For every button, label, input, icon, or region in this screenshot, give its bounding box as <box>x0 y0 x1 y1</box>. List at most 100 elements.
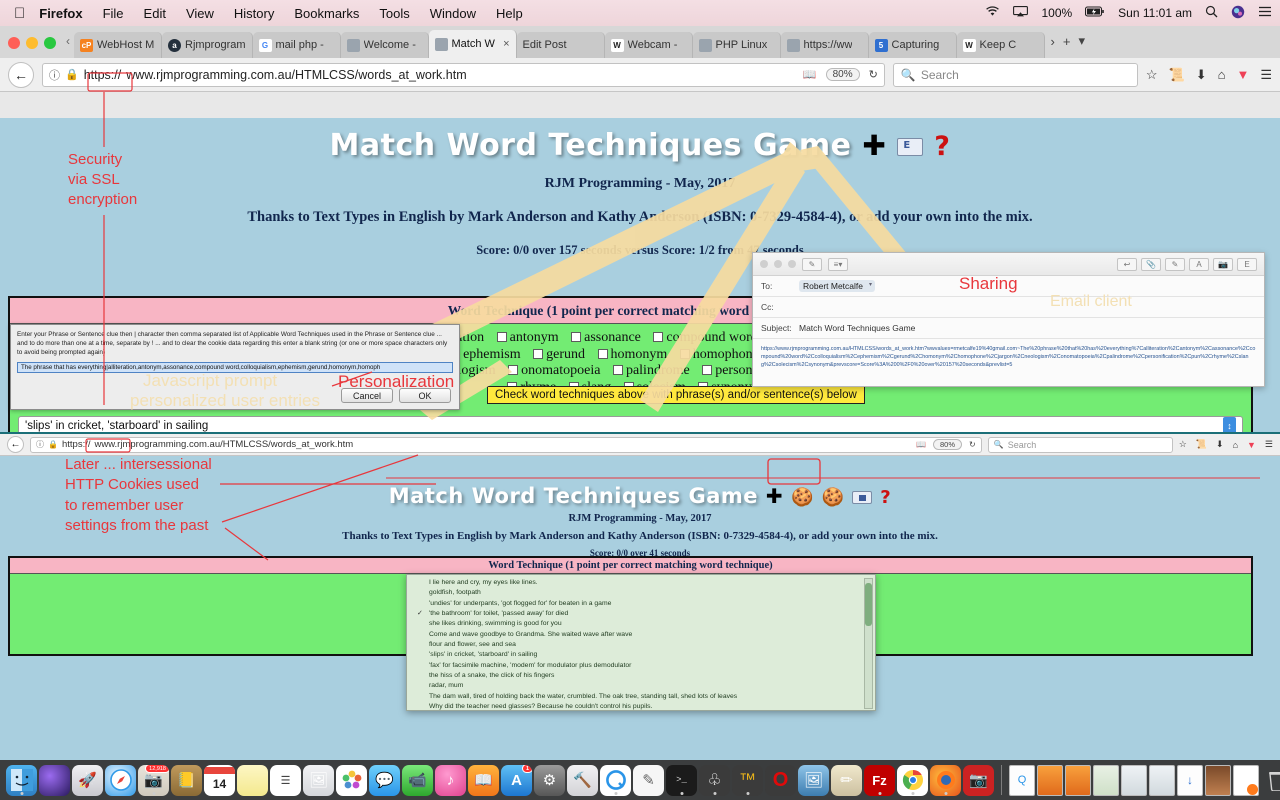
tab-capturing[interactable]: 5 Capturing <box>868 32 957 58</box>
email-minimize-button[interactable] <box>774 260 782 268</box>
address-bar-secondary[interactable]: ⓘ 🔒 https://www.rjmprogramming.com.au/HT… <box>30 436 982 453</box>
cookie-icon-1[interactable]: 🍪 <box>791 487 814 508</box>
zoom-level-badge[interactable]: 80% <box>825 68 860 81</box>
email-zoom-button[interactable] <box>788 260 796 268</box>
dock-app-contacts[interactable]: 📒 <box>171 764 202 796</box>
checkbox-onomatopoeia[interactable] <box>508 365 519 376</box>
dock-app-photo-booth[interactable]: 📷 <box>963 764 994 796</box>
dock-app-ibooks[interactable]: 📖 <box>468 764 499 796</box>
list-item[interactable]: I lie here and cry, my eyes like lines. <box>407 578 875 588</box>
dock-app-quicktime[interactable] <box>600 764 631 796</box>
dock-app-terminal[interactable]: >_ <box>666 764 697 796</box>
list-item[interactable]: the hiss of a snake, the click of his fi… <box>407 671 875 681</box>
photo-browser-icon[interactable]: 📷 <box>1213 257 1233 271</box>
menu-history[interactable]: History <box>234 6 274 21</box>
dock-trash[interactable] <box>1261 765 1280 796</box>
home-icon-secondary[interactable]: ⌂ <box>1233 440 1238 450</box>
dock-app-opera[interactable]: O <box>765 764 796 796</box>
menu-bookmarks[interactable]: Bookmarks <box>294 6 359 21</box>
menu-firefox[interactable]: Firefox <box>39 6 82 21</box>
checkbox-antonym[interactable] <box>496 332 507 342</box>
subject-value[interactable]: Match Word Techniques Game <box>799 323 915 333</box>
dock-app-filezilla[interactable]: Fz <box>864 764 895 796</box>
dock-app-preview[interactable]: 🖼 <box>303 764 334 796</box>
menu-window[interactable]: Window <box>430 6 476 21</box>
list-item[interactable]: goldfish, footpath <box>407 588 875 598</box>
tab-edit-post[interactable]: Edit Post <box>516 32 605 58</box>
tab-keep-c[interactable]: W Keep C <box>956 32 1045 58</box>
dock-app-paint-tool[interactable]: ✏ <box>831 764 862 796</box>
tab-match-word-active[interactable]: Match W × <box>428 30 517 58</box>
list-item[interactable]: The dam wall, tired of holding back the … <box>407 692 875 702</box>
page-info-icon-secondary[interactable]: ⓘ <box>36 439 44 450</box>
help-question-icon[interactable]: ? <box>934 131 950 162</box>
dock-file-doc-3[interactable] <box>1149 764 1175 796</box>
dock-file-mpeg[interactable]: Q <box>1009 764 1035 796</box>
tab-scroll-right-button[interactable]: › <box>1051 34 1055 49</box>
email-close-button[interactable] <box>760 260 768 268</box>
list-all-tabs-button[interactable]: ▾ <box>1078 33 1085 49</box>
dock-file-doc-2[interactable] <box>1121 764 1147 796</box>
list-item[interactable]: 'fax' for facsimile machine, 'modem' for… <box>407 661 875 671</box>
dock-app-finder[interactable] <box>6 764 37 796</box>
list-item[interactable]: she likes drinking, swimming is good for… <box>407 619 875 629</box>
back-button-secondary[interactable]: ← <box>7 436 24 453</box>
email-subject-row[interactable]: Subject: Match Word Techniques Game <box>753 318 1264 339</box>
downloads-icon[interactable]: ⬇ <box>1196 67 1207 83</box>
format-text-icon[interactable]: A <box>1189 257 1209 271</box>
pocket-icon-secondary[interactable]: ▼ <box>1247 440 1256 450</box>
dock-app-chrome[interactable] <box>897 764 928 796</box>
dock-app-tooth[interactable]: ♧ <box>699 764 730 796</box>
dock-app-photos[interactable] <box>336 764 367 796</box>
dock-app-xcode[interactable]: 🔨 <box>567 764 598 796</box>
list-item[interactable]: flour and flower, see and sea <box>407 640 875 650</box>
tab-webhost[interactable]: cP WebHost M <box>74 32 162 58</box>
library-icon-secondary[interactable]: 📜 <box>1196 439 1207 450</box>
attach-icon[interactable]: 📎 <box>1141 257 1161 271</box>
email-body[interactable]: https://www.rjmprogramming.com.au/HTMLCS… <box>753 339 1264 375</box>
email-share-icon-secondary[interactable] <box>852 490 873 504</box>
tab-welcome[interactable]: Welcome - <box>340 32 429 58</box>
notification-center-icon[interactable] <box>1258 6 1272 20</box>
email-share-icon[interactable] <box>897 137 924 156</box>
tab-webcam[interactable]: W Webcam - <box>604 32 693 58</box>
hamburger-menu-icon[interactable]: ☰ <box>1260 67 1272 83</box>
downloads-icon-secondary[interactable]: ⬇ <box>1216 439 1224 450</box>
list-item[interactable]: Come and wave goodbye to Grandma. She wa… <box>407 630 875 640</box>
tab-rjmprogramming[interactable]: a Rjmprogram <box>162 32 253 58</box>
reply-icon[interactable]: ↩ <box>1117 257 1137 271</box>
list-item-selected[interactable]: 'the bathroom' for toilet, 'passed away'… <box>407 609 875 619</box>
add-plus-icon[interactable]: ✚ <box>862 129 886 162</box>
apple-logo-icon[interactable]:  <box>14 6 25 21</box>
dock-app-siri[interactable] <box>39 764 70 796</box>
reload-icon-secondary[interactable]: ↻ <box>969 440 976 449</box>
dock-file-downloads[interactable]: ↓ <box>1177 764 1203 796</box>
dock-app-firefox[interactable] <box>930 764 961 796</box>
checkbox-palindrome[interactable] <box>612 365 623 376</box>
list-item[interactable]: Why did the teacher need glasses? Becaus… <box>407 702 875 710</box>
zoom-level-badge-secondary[interactable]: 80% <box>933 439 963 450</box>
menu-help[interactable]: Help <box>496 6 523 21</box>
stationery-dropdown-icon[interactable]: ≡▾ <box>828 257 848 271</box>
airplay-icon[interactable] <box>1013 6 1029 20</box>
spotlight-search-icon[interactable] <box>1205 5 1218 21</box>
page-info-icon[interactable]: ⓘ <box>49 67 60 83</box>
pocket-icon[interactable]: ▼ <box>1236 67 1249 82</box>
bookmark-star-icon[interactable]: ☆ <box>1146 67 1158 83</box>
dock-file-card-2[interactable] <box>1065 764 1091 796</box>
bookmark-star-icon-secondary[interactable]: ☆ <box>1179 439 1187 450</box>
library-icon[interactable]: 📜 <box>1169 67 1185 83</box>
cookie-icon-2[interactable]: 🍪 <box>822 487 845 508</box>
hamburger-menu-icon-secondary[interactable]: ☰ <box>1265 439 1273 450</box>
list-item[interactable]: radar, mum <box>407 681 875 691</box>
dock-file-card-1[interactable] <box>1037 764 1063 796</box>
dock-app-system-preferences[interactable]: ⚙ <box>534 764 565 796</box>
back-button[interactable]: ← <box>8 61 34 88</box>
dropdown-scrollbar-thumb[interactable] <box>865 583 872 626</box>
dock-app-messages[interactable]: 💬 <box>369 764 400 796</box>
minimize-window-button[interactable] <box>26 37 38 49</box>
dock-file-doc-firefox[interactable] <box>1233 764 1259 796</box>
close-window-button[interactable] <box>8 37 20 49</box>
phrase-dropdown-popup[interactable]: I lie here and cry, my eyes like lines. … <box>406 574 876 711</box>
recipient-chip[interactable]: Robert Metcalfe <box>799 280 875 292</box>
